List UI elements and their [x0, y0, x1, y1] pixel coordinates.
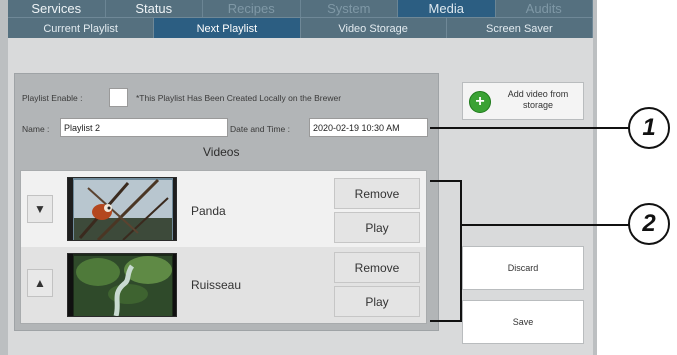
remove-button-panda[interactable]: Remove	[334, 178, 420, 209]
play-button-panda[interactable]: Play	[334, 212, 420, 243]
list-item: ▼ Panda Remove Play	[21, 171, 426, 247]
video-name-panda: Panda	[191, 204, 226, 218]
tab-next-playlist[interactable]: Next Playlist	[154, 18, 301, 39]
tab-media[interactable]: Media	[398, 0, 496, 17]
plus-circle-icon: +	[469, 91, 491, 113]
discard-button[interactable]: Discard	[462, 246, 584, 290]
callout-2: 2	[628, 203, 670, 245]
name-label: Name :	[22, 124, 50, 134]
name-value: Playlist 2	[64, 122, 101, 133]
tab-video-storage[interactable]: Video Storage	[301, 18, 447, 39]
panda-thumbnail	[67, 177, 177, 241]
play-button-ruisseau[interactable]: Play	[334, 286, 420, 317]
videos-title: Videos	[203, 145, 240, 159]
datetime-field[interactable]: 2020-02-19 10:30 AM	[309, 118, 428, 137]
tab-audits: Audits	[496, 0, 593, 17]
add-video-button[interactable]: + Add video from storage	[462, 82, 584, 120]
datetime-label: Date and Time :	[230, 124, 291, 134]
arrow-down-icon[interactable]: ▼	[27, 195, 53, 223]
callout-1-leader	[430, 127, 630, 129]
save-button[interactable]: Save	[462, 300, 584, 344]
add-video-label: Add video from storage	[507, 89, 569, 110]
tab-status[interactable]: Status	[106, 0, 203, 17]
top-nav: Services Status Recipes System Media Aud…	[8, 0, 593, 17]
tab-services[interactable]: Services	[8, 0, 106, 17]
playlist-enable-label: Playlist Enable :	[22, 93, 83, 103]
local-playlist-note: *This Playlist Has Been Created Locally …	[136, 93, 342, 103]
ruisseau-thumbnail	[67, 253, 177, 317]
sub-nav: Current Playlist Next Playlist Video Sto…	[8, 17, 593, 39]
datetime-value: 2020-02-19 10:30 AM	[313, 122, 400, 133]
tab-screen-saver[interactable]: Screen Saver	[447, 18, 593, 39]
brewer-screen: Services Status Recipes System Media Aud…	[0, 0, 597, 355]
video-list: ▼ Panda Remove Play ▲ Ruisseau Remove Pl…	[20, 170, 427, 324]
remove-button-ruisseau[interactable]: Remove	[334, 252, 420, 283]
callout-2-leader	[460, 224, 630, 226]
callout-2-bracket-bottom	[430, 320, 462, 322]
name-field[interactable]: Playlist 2	[60, 118, 228, 137]
tab-system: System	[301, 0, 398, 17]
arrow-up-icon[interactable]: ▲	[27, 269, 53, 297]
callout-2-bracket-side	[460, 180, 462, 322]
playlist-enable-checkbox[interactable]	[109, 88, 128, 107]
callout-2-bracket-top	[430, 180, 462, 182]
tab-current-playlist[interactable]: Current Playlist	[8, 18, 155, 39]
tab-recipes: Recipes	[203, 0, 301, 17]
callout-1: 1	[628, 107, 670, 149]
list-item: ▲ Ruisseau Remove Play	[21, 247, 426, 323]
video-name-ruisseau: Ruisseau	[191, 278, 242, 292]
